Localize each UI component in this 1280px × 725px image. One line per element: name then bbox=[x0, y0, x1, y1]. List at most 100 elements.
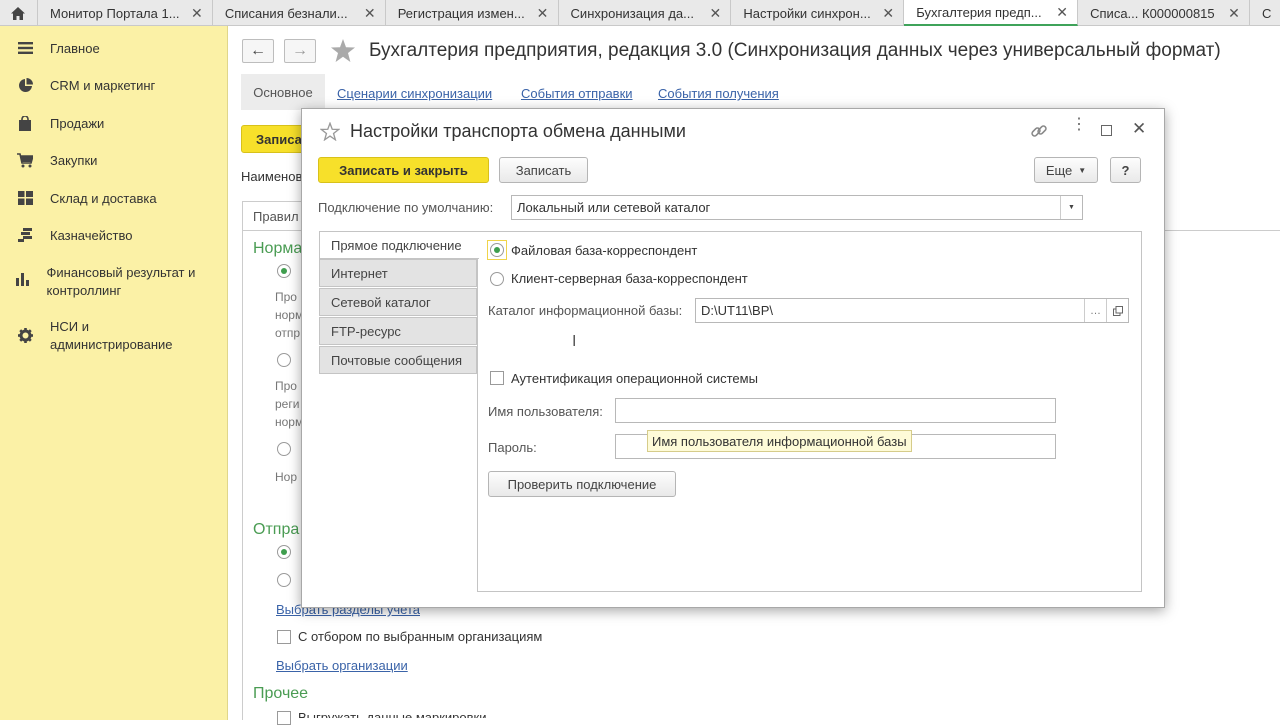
radio-send-2[interactable] bbox=[277, 573, 291, 587]
tab-sync-scenarios[interactable]: Сценарии синхронизации bbox=[337, 86, 492, 101]
sidebar-item-warehouse[interactable]: Склад и доставка bbox=[0, 190, 228, 208]
radio-file-base[interactable] bbox=[490, 243, 504, 257]
star-icon[interactable] bbox=[319, 121, 341, 144]
sidebar-item-main[interactable]: Главное bbox=[0, 40, 228, 58]
norm-text-1: Про bbox=[275, 290, 297, 304]
sidebar-item-treasury[interactable]: Казначейство bbox=[0, 227, 228, 245]
close-icon[interactable]: ✕ bbox=[881, 5, 895, 22]
norm-text-7: Нор bbox=[275, 470, 298, 484]
text-cursor-icon: I bbox=[572, 333, 577, 350]
norm-text-6: норм bbox=[275, 415, 304, 429]
tab-bar: Монитор Портала 1... ✕ Списания безнали..… bbox=[0, 0, 1280, 26]
catalog-input[interactable]: D:\UT11\BP\ … bbox=[695, 298, 1129, 323]
close-icon[interactable]: ✕ bbox=[1132, 119, 1146, 139]
close-icon[interactable]: ✕ bbox=[1055, 4, 1069, 21]
page-title: Бухгалтерия предприятия, редакция 3.0 (С… bbox=[369, 40, 1221, 61]
sidebar-item-admin[interactable]: НСИ и администрирование bbox=[0, 318, 200, 354]
back-button[interactable]: ← bbox=[242, 39, 274, 63]
gear-icon bbox=[0, 318, 50, 343]
default-connection-select[interactable]: Локальный или сетевой каталог ▼ bbox=[511, 195, 1083, 220]
username-input[interactable] bbox=[615, 398, 1056, 423]
warehouse-icon bbox=[0, 190, 50, 205]
maximize-icon[interactable] bbox=[1101, 125, 1112, 136]
os-auth-checkbox[interactable] bbox=[490, 371, 504, 385]
tab-main[interactable]: Основное bbox=[241, 74, 325, 110]
username-tooltip: Имя пользователя информационной базы bbox=[647, 430, 912, 452]
tab-registration[interactable]: Регистрация измен... ✕ bbox=[386, 0, 559, 26]
open-icon[interactable] bbox=[1106, 299, 1128, 322]
dialog-title: Настройки транспорта обмена данными bbox=[350, 121, 686, 141]
ellipsis-icon[interactable]: … bbox=[1084, 299, 1106, 322]
tab-sync-data[interactable]: Синхронизация да... ✕ bbox=[559, 0, 732, 26]
catalog-label: Каталог информационной базы: bbox=[488, 303, 683, 318]
shopping-bag-icon bbox=[0, 115, 50, 131]
tab-receive-events[interactable]: События получения bbox=[658, 86, 779, 101]
cart-icon bbox=[0, 152, 50, 168]
sidebar-item-purchases[interactable]: Закупки bbox=[0, 152, 228, 170]
tab-writeoff-doc[interactable]: Списа... К000000815 ✕ bbox=[1078, 0, 1250, 26]
save-button[interactable]: Записать bbox=[499, 157, 588, 183]
bar-chart-icon bbox=[0, 264, 47, 286]
radio-norm-3[interactable] bbox=[277, 442, 291, 456]
unload-marking-checkbox[interactable] bbox=[277, 711, 291, 725]
close-icon[interactable]: ✕ bbox=[363, 5, 377, 22]
tab-accounting[interactable]: Бухгалтерия предп... ✕ bbox=[904, 0, 1079, 26]
close-icon[interactable]: ✕ bbox=[1227, 5, 1241, 22]
tab-portal-monitor[interactable]: Монитор Портала 1... ✕ bbox=[38, 0, 213, 26]
star-icon[interactable] bbox=[331, 39, 355, 65]
pie-chart-icon bbox=[0, 77, 50, 93]
filter-orgs-checkbox[interactable] bbox=[277, 630, 291, 644]
more-vert-icon[interactable]: ⋮ bbox=[1071, 117, 1087, 133]
section-norm-heading: Норма bbox=[253, 240, 303, 257]
norm-text-2: норм bbox=[275, 308, 304, 322]
section-send-heading: Отпра bbox=[253, 521, 300, 538]
section-other-heading: Прочее bbox=[253, 685, 309, 702]
default-connection-label: Подключение по умолчанию: bbox=[318, 200, 494, 215]
link-icon[interactable] bbox=[1030, 122, 1048, 143]
tab-sync-settings[interactable]: Настройки синхрон... ✕ bbox=[731, 0, 905, 26]
transport-settings-dialog: Настройки транспорта обмена данными ⋮ ✕ … bbox=[301, 108, 1165, 608]
os-auth-label: Аутентификация операционной системы bbox=[511, 371, 758, 386]
radio-file-base-label: Файловая база-корреспондент bbox=[511, 243, 698, 258]
forward-button[interactable]: → bbox=[284, 39, 316, 63]
radio-norm-1[interactable] bbox=[277, 264, 291, 278]
coins-icon bbox=[0, 227, 50, 242]
more-label: Еще bbox=[1045, 162, 1073, 178]
menu-icon bbox=[0, 40, 50, 55]
tab-writeoffs[interactable]: Списания безнали... ✕ bbox=[213, 0, 386, 26]
radio-server-base[interactable] bbox=[490, 272, 504, 286]
sidebar-item-sales[interactable]: Продажи bbox=[0, 115, 228, 133]
save-close-button[interactable]: Записать и закрыть bbox=[318, 157, 489, 183]
unload-marking-label: Выгружать данные маркировки bbox=[298, 710, 487, 718]
chevron-down-icon[interactable]: ▼ bbox=[1060, 196, 1082, 219]
tab-send-events[interactable]: События отправки bbox=[521, 86, 633, 101]
radio-server-base-label: Клиент-серверная база-корреспондент bbox=[511, 271, 748, 286]
norm-text-4: Про bbox=[275, 379, 297, 393]
vtab-email[interactable]: Почтовые сообщения bbox=[319, 346, 477, 374]
tab-more[interactable]: С bbox=[1250, 0, 1280, 26]
norm-text-3: отпр bbox=[275, 326, 301, 340]
close-icon[interactable]: ✕ bbox=[708, 5, 722, 22]
help-button[interactable]: ? bbox=[1110, 157, 1141, 183]
norm-text-5: реги bbox=[275, 397, 300, 411]
radio-norm-2[interactable] bbox=[277, 353, 291, 367]
radio-send-1[interactable] bbox=[277, 545, 291, 559]
arrow-left-icon: ← bbox=[250, 42, 266, 59]
sidebar-item-financial[interactable]: Финансовый результат и контроллинг bbox=[0, 264, 200, 300]
sidebar: Главное CRM и маркетинг Продажи Закупки … bbox=[0, 26, 228, 720]
vtab-network-catalog[interactable]: Сетевой каталог bbox=[319, 288, 477, 316]
chevron-down-icon: ▼ bbox=[1078, 165, 1087, 175]
close-icon[interactable]: ✕ bbox=[190, 5, 204, 22]
check-connection-button[interactable]: Проверить подключение bbox=[488, 471, 676, 497]
select-orgs-link[interactable]: Выбрать организации bbox=[276, 658, 408, 673]
sidebar-item-crm[interactable]: CRM и маркетинг bbox=[0, 77, 228, 95]
vtab-direct-connection[interactable]: Прямое подключение bbox=[319, 231, 479, 259]
close-icon[interactable]: ✕ bbox=[536, 5, 550, 22]
home-icon[interactable] bbox=[0, 0, 38, 26]
arrow-right-icon: → bbox=[292, 42, 308, 59]
vtab-internet[interactable]: Интернет bbox=[319, 259, 477, 287]
more-button[interactable]: Еще ▼ bbox=[1034, 157, 1098, 183]
vtab-ftp[interactable]: FTP-ресурс bbox=[319, 317, 477, 345]
name-label: Наименов bbox=[241, 169, 303, 184]
radio-file-base-focus bbox=[487, 240, 507, 260]
